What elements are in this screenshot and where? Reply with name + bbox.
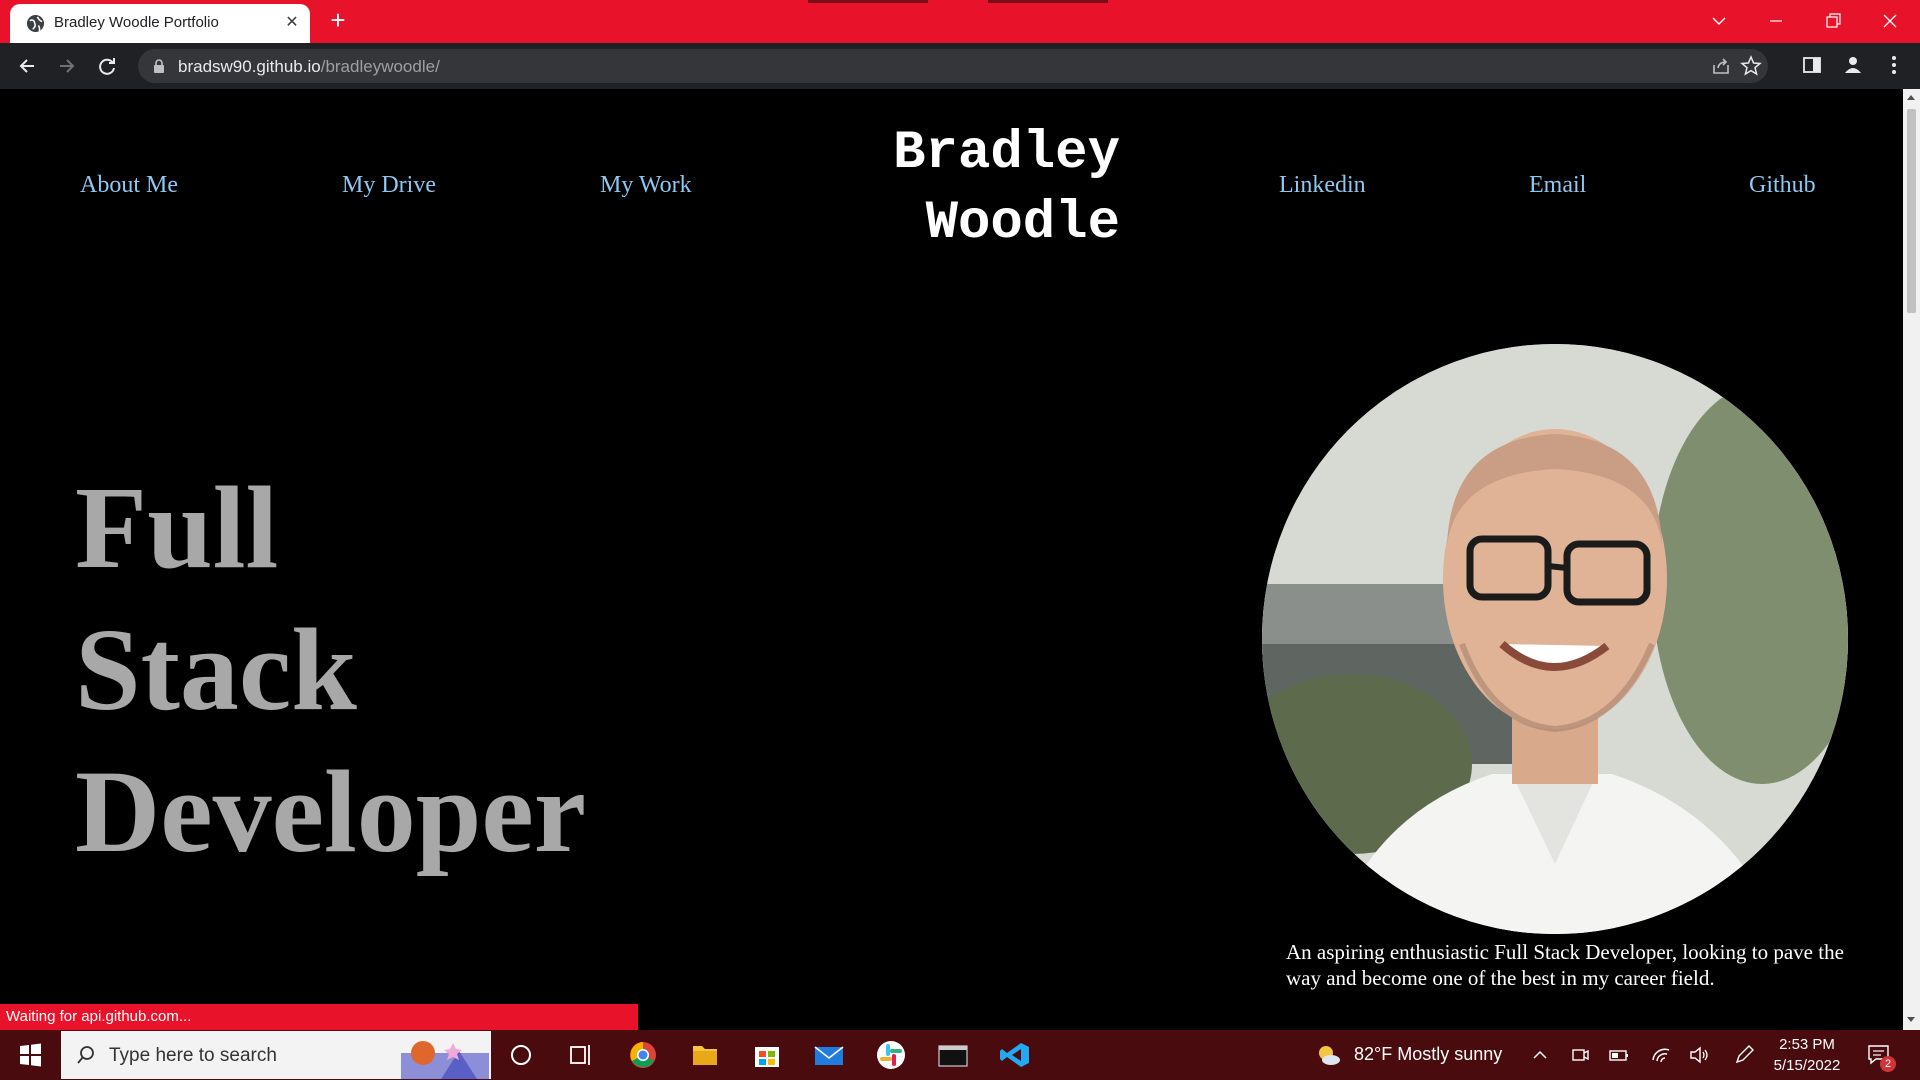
terminal-icon[interactable] [923, 1030, 983, 1080]
status-bubble: Waiting for api.github.com... [0, 1004, 638, 1030]
close-window-icon[interactable] [1875, 6, 1905, 36]
reload-icon[interactable] [92, 51, 122, 81]
nav-link-email[interactable]: Email [1529, 172, 1586, 199]
plus-icon[interactable]: + [326, 7, 350, 33]
hero-line: Full [75, 462, 279, 593]
volume-icon[interactable] [1688, 1044, 1710, 1066]
share-icon[interactable] [1710, 55, 1732, 77]
taskbar-search-box[interactable]: Type here to search [61, 1031, 491, 1079]
page-scrollbar[interactable] [1903, 89, 1920, 1030]
search-highlight-icon [401, 1041, 489, 1079]
minimize-icon[interactable] [1761, 6, 1791, 36]
hero-line: Developer [75, 746, 587, 877]
bio-text: An aspiring enthusiastic Full Stack Deve… [1286, 940, 1844, 990]
url-text: bradsw90.github.io/bradleywoodle/ [178, 57, 440, 77]
search-icon [77, 1046, 94, 1064]
lock-icon[interactable] [152, 59, 166, 73]
nav-link-my-drive[interactable]: My Drive [342, 172, 436, 199]
mail-icon[interactable] [799, 1030, 859, 1080]
scroll-down-arrow-icon[interactable] [1907, 1017, 1915, 1022]
page-viewport: About Me My Drive My Work Bradley Woodle… [0, 89, 1903, 1030]
address-bar[interactable]: bradsw90.github.io/bradleywoodle/ [138, 49, 1768, 83]
meet-now-icon[interactable] [1570, 1045, 1590, 1065]
nav-link-github[interactable]: Github [1749, 172, 1816, 199]
tab-search-chevron-icon[interactable] [1704, 6, 1734, 36]
scrollbar-thumb[interactable] [1907, 109, 1916, 313]
browser-tab[interactable]: Bradley Woodle Portfolio ✕ [10, 4, 310, 43]
url-host: bradsw90.github.io [178, 57, 321, 76]
bookmark-star-icon[interactable] [1740, 55, 1762, 77]
nav-link-linkedin[interactable]: Linkedin [1279, 172, 1366, 199]
weather-text[interactable]: 82°F Mostly sunny [1354, 1044, 1502, 1065]
notification-badge: 2 [1880, 1056, 1896, 1072]
windows-start-icon[interactable] [0, 1030, 60, 1080]
site-title: Bradley Woodle [850, 119, 1120, 259]
slack-icon[interactable] [861, 1030, 921, 1080]
profile-avatar-icon[interactable] [1841, 53, 1865, 77]
scroll-up-arrow-icon[interactable] [1907, 95, 1915, 100]
clock-time: 2:53 PM [1779, 1036, 1835, 1053]
status-text: Waiting for api.github.com... [6, 1008, 192, 1025]
kebab-menu-icon[interactable] [1882, 53, 1906, 77]
close-tab-icon[interactable]: ✕ [282, 13, 302, 33]
side-panel-icon[interactable] [1800, 53, 1824, 77]
task-view-icon[interactable] [551, 1030, 611, 1080]
nav-link-my-work[interactable]: My Work [600, 172, 692, 199]
wifi-icon[interactable] [1650, 1044, 1672, 1066]
windows-taskbar: Type here to search 82°F Mostly sunny 2:… [0, 1030, 1920, 1080]
weather-sun-icon[interactable] [1315, 1042, 1341, 1068]
tab-strip-indicator [808, 0, 928, 3]
back-arrow-icon[interactable] [12, 51, 42, 81]
cortana-icon[interactable] [491, 1030, 551, 1080]
restore-icon[interactable] [1818, 6, 1848, 36]
search-placeholder: Type here to search [109, 1045, 277, 1066]
microsoft-store-icon[interactable] [737, 1030, 797, 1080]
profile-photo [1262, 344, 1848, 934]
clock-date: 5/15/2022 [1773, 1057, 1841, 1074]
vscode-icon[interactable] [985, 1030, 1045, 1080]
file-explorer-icon[interactable] [675, 1030, 735, 1080]
browser-toolbar: bradsw90.github.io/bradleywoodle/ [0, 43, 1920, 89]
tab-strip: Bradley Woodle Portfolio ✕ + [0, 0, 1920, 43]
nav-link-about-me[interactable]: About Me [80, 172, 178, 199]
battery-icon[interactable] [1608, 1045, 1630, 1065]
profile-photo-illustration [1262, 344, 1848, 934]
site-title-line: Woodle [925, 193, 1120, 254]
globe-icon [26, 14, 45, 33]
show-hidden-icons-chevron-icon[interactable] [1530, 1045, 1550, 1065]
hero-line: Stack [75, 604, 357, 735]
hero-heading: Full Stack Developer [75, 457, 586, 883]
url-path: /bradleywoodle/ [320, 57, 440, 76]
tab-strip-indicator [988, 0, 1108, 3]
chrome-icon[interactable] [613, 1030, 673, 1080]
pen-ink-icon[interactable] [1733, 1044, 1755, 1066]
tab-title: Bradley Woodle Portfolio [54, 14, 219, 31]
system-clock[interactable]: 2:53 PM 5/15/2022 [1762, 1034, 1852, 1076]
forward-arrow-icon[interactable] [52, 51, 82, 81]
site-title-line: Bradley [893, 123, 1120, 184]
